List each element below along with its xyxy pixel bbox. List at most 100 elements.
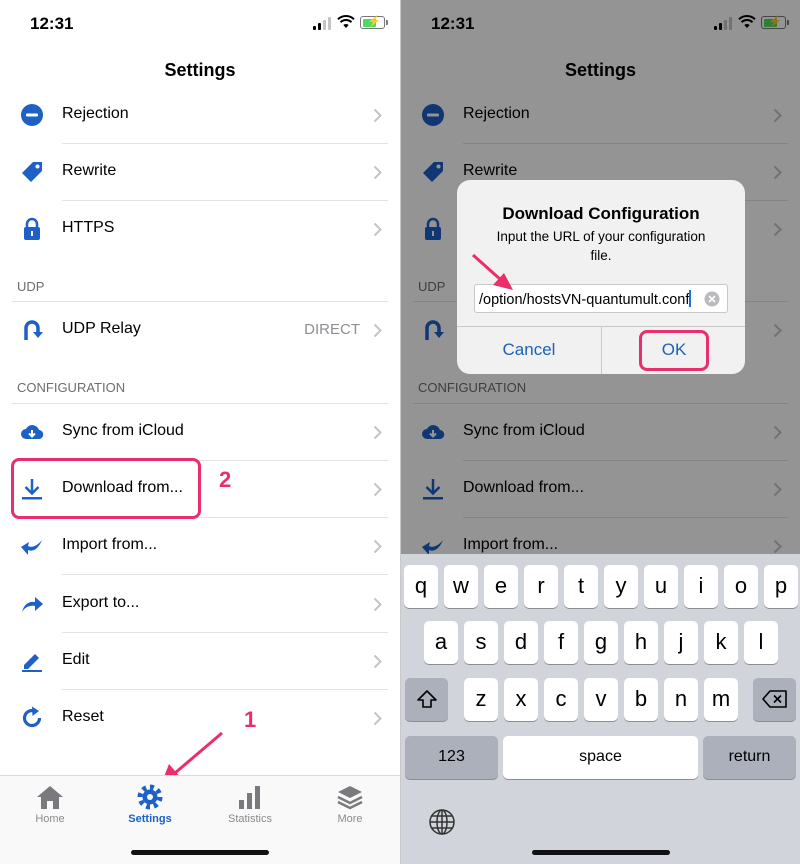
row-label: Rewrite	[62, 162, 117, 179]
key-z[interactable]: z	[464, 678, 498, 721]
shift-key[interactable]	[405, 678, 448, 721]
row-label: UDP Relay	[62, 320, 141, 337]
url-input-value: /option/hostsVN-quantumult.conf	[479, 292, 690, 308]
gear-icon	[137, 784, 163, 810]
signal-icon	[313, 17, 333, 30]
key-n[interactable]: n	[664, 678, 698, 721]
battery-icon: ⚡	[360, 16, 388, 29]
settings-row-rejection[interactable]: Rejection	[0, 87, 400, 144]
tab-home[interactable]: Home	[0, 784, 100, 825]
pencil-icon	[22, 654, 42, 672]
key-e[interactable]: e	[484, 565, 518, 608]
key-y[interactable]: y	[604, 565, 638, 608]
pointer-arrow-icon	[472, 253, 513, 290]
key-d[interactable]: d	[504, 621, 538, 664]
home-indicator	[131, 850, 269, 855]
key-g[interactable]: g	[584, 621, 618, 664]
status-bar: 12:31 ⚡	[0, 0, 400, 46]
settings-row-edit[interactable]: Edit	[0, 633, 400, 690]
tab-label: Settings	[128, 813, 172, 825]
key-v[interactable]: v	[584, 678, 618, 721]
tab-label: More	[337, 813, 363, 825]
reset-icon	[22, 706, 42, 728]
key-x[interactable]: x	[504, 678, 538, 721]
chevron-right-icon	[373, 597, 382, 612]
key-c[interactable]: c	[544, 678, 578, 721]
row-label: HTTPS	[62, 219, 115, 236]
step-number-1: 1	[244, 707, 257, 732]
key-l[interactable]: l	[744, 621, 778, 664]
tab-settings[interactable]: Settings	[100, 784, 200, 825]
text-cursor	[689, 290, 692, 307]
highlight-box-download	[11, 458, 201, 519]
shift-icon	[416, 690, 437, 708]
key-h[interactable]: h	[624, 621, 658, 664]
key-w[interactable]: w	[444, 565, 478, 608]
layers-icon	[337, 786, 363, 810]
key-p[interactable]: p	[764, 565, 798, 608]
chevron-right-icon	[373, 108, 382, 123]
settings-row-import-from[interactable]: Import from...	[0, 518, 400, 575]
key-r[interactable]: r	[524, 565, 558, 608]
settings-row-rewrite[interactable]: Rewrite	[0, 144, 400, 201]
key-q[interactable]: q	[404, 565, 438, 608]
backspace-icon	[761, 690, 787, 708]
minus-circle-icon	[21, 104, 43, 126]
row-label: Sync from iCloud	[62, 422, 184, 439]
export-arrow-icon	[22, 597, 43, 612]
key-a[interactable]: a	[424, 621, 458, 664]
chevron-right-icon	[373, 654, 382, 669]
tab-statistics[interactable]: Statistics	[200, 784, 300, 825]
key-s[interactable]: s	[464, 621, 498, 664]
cloud-download-icon	[21, 425, 44, 440]
key-o[interactable]: o	[724, 565, 758, 608]
key-t[interactable]: t	[564, 565, 598, 608]
row-value: DIRECT	[304, 321, 360, 338]
bar-chart-icon	[239, 786, 260, 809]
space-key[interactable]: space	[503, 736, 698, 779]
row-separator	[62, 574, 388, 575]
lock-icon	[24, 217, 40, 240]
row-label: Reset	[62, 708, 104, 725]
home-indicator	[531, 850, 670, 855]
row-label: Rejection	[62, 105, 129, 122]
return-key[interactable]: return	[703, 736, 796, 779]
status-time: 12:31	[30, 14, 74, 33]
chevron-right-icon	[373, 539, 382, 554]
tab-bar: Home Settings Statistics More	[0, 775, 400, 864]
key-b[interactable]: b	[624, 678, 658, 721]
key-k[interactable]: k	[704, 621, 738, 664]
settings-row-sync-icloud[interactable]: Sync from iCloud	[0, 404, 400, 461]
tab-more[interactable]: More	[300, 784, 400, 825]
chevron-right-icon	[373, 323, 382, 338]
house-icon	[37, 786, 63, 809]
key-u[interactable]: u	[644, 565, 678, 608]
chevron-right-icon	[373, 711, 382, 726]
u-turn-icon	[24, 320, 43, 340]
tab-label: Home	[35, 813, 65, 825]
key-m[interactable]: m	[704, 678, 738, 721]
section-separator	[0, 346, 400, 404]
cancel-button[interactable]: Cancel	[457, 326, 601, 374]
globe-icon[interactable]	[428, 808, 456, 836]
highlight-box-ok	[639, 330, 709, 371]
key-f[interactable]: f	[544, 621, 578, 664]
dialog-title: Download Configuration	[502, 204, 700, 223]
step-number-2: 2	[219, 467, 232, 492]
row-label: Import from...	[62, 536, 158, 553]
numbers-key[interactable]: 123	[405, 736, 498, 779]
dialog-message: Input the URL of your configuration file…	[496, 229, 706, 263]
key-i[interactable]: i	[684, 565, 718, 608]
left-screen: 12:31 ⚡ Settings Rejection Rewrite HTTPS…	[0, 0, 400, 864]
backspace-key[interactable]	[753, 678, 796, 721]
row-label: Export to...	[62, 594, 140, 611]
section-separator	[0, 244, 400, 302]
chevron-right-icon	[373, 482, 382, 497]
chevron-right-icon	[373, 222, 382, 237]
page-title: Settings	[164, 60, 236, 80]
right-screen: 12:31 ⚡ Settings Rejection Rewrite UDP C…	[401, 0, 800, 864]
settings-row-export-to[interactable]: Export to...	[0, 576, 400, 633]
key-j[interactable]: j	[664, 621, 698, 664]
keyboard: qwertyuiop asdfghjkl zxcvbnm 123 space r…	[401, 554, 800, 864]
clear-text-icon[interactable]	[704, 291, 720, 307]
